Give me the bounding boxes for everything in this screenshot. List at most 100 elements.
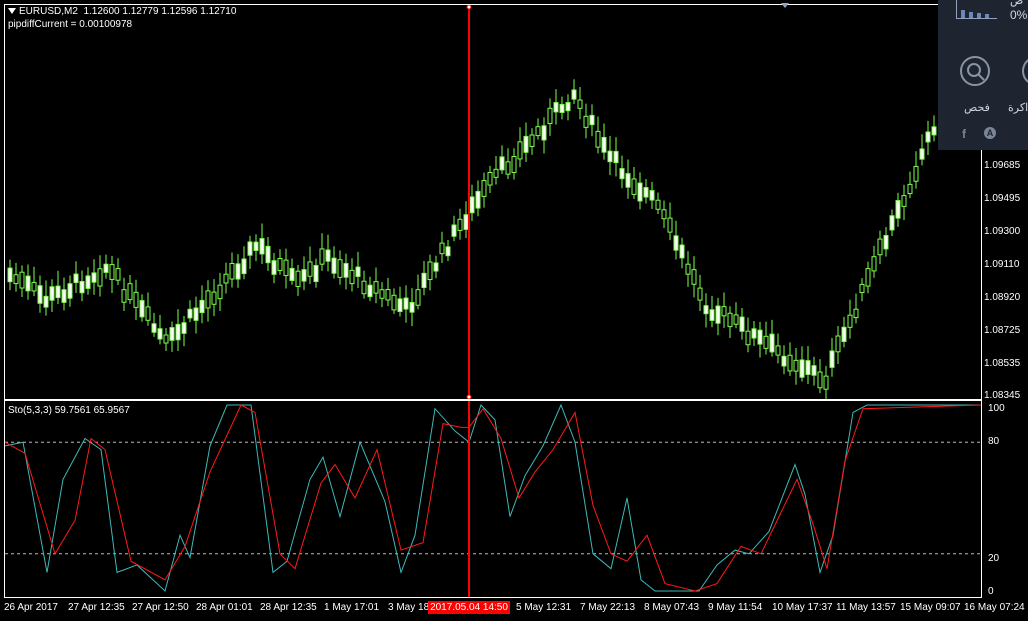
candle (31, 281, 37, 292)
candle (781, 355, 787, 367)
collapse-triangle-icon[interactable] (8, 8, 16, 15)
candle (445, 246, 451, 257)
candle (19, 271, 25, 289)
candle (343, 263, 349, 278)
account-icon[interactable]: A (984, 127, 996, 139)
candle (673, 235, 679, 251)
scan-button[interactable] (960, 56, 990, 86)
candle (871, 256, 877, 272)
candle (793, 359, 799, 372)
candle (109, 264, 115, 280)
candle (415, 289, 421, 306)
time-axis-label: 3 May 18 (388, 602, 430, 613)
price-chart-pane[interactable] (4, 4, 982, 400)
candle (655, 199, 661, 210)
price-chart-canvas[interactable] (5, 4, 981, 400)
candle (565, 102, 571, 112)
candle (283, 259, 289, 277)
candle (679, 244, 685, 259)
candle (661, 209, 667, 220)
widget-top-text: ص (1010, 0, 1024, 7)
time-axis-label: 5 May 12:31 (516, 602, 572, 613)
candle (925, 131, 931, 143)
candle (43, 295, 49, 308)
candle (715, 305, 721, 324)
time-axis-label: 28 Apr 01:01 (196, 602, 253, 613)
candle (499, 156, 505, 171)
stochastic-main-line (4, 403, 981, 592)
candle (577, 99, 583, 109)
price-axis-label: 1.08920 (984, 292, 1021, 303)
price-axis-label: 1.08725 (984, 325, 1021, 336)
candle (199, 299, 205, 314)
candle (355, 266, 361, 277)
candle (571, 89, 577, 100)
candle (271, 260, 277, 275)
price-axis-label: 1.09300 (984, 226, 1021, 237)
crosshair-time-label: 2017.05.04 14:50 (428, 601, 510, 614)
candle (775, 345, 781, 356)
candle (463, 214, 469, 230)
shift-marker-icon[interactable] (781, 3, 789, 8)
candle (637, 182, 643, 202)
candle (211, 291, 217, 305)
candle (643, 187, 649, 198)
candle (835, 335, 841, 353)
candle (49, 286, 55, 301)
candle (427, 261, 433, 281)
candle (517, 141, 523, 160)
memory-button[interactable] (1022, 56, 1028, 86)
candle (739, 316, 745, 332)
candle (481, 180, 487, 197)
candle (259, 238, 265, 255)
candle (103, 263, 109, 273)
candle (931, 126, 937, 136)
candle (301, 269, 307, 282)
candle (913, 165, 919, 182)
candle (523, 135, 529, 153)
chart-icon (956, 0, 997, 19)
candle (487, 172, 493, 186)
candle (733, 314, 739, 325)
candle (769, 333, 775, 353)
candle (535, 126, 541, 137)
candle (85, 275, 91, 289)
candle (553, 102, 559, 113)
candle (859, 283, 865, 294)
candle (229, 263, 235, 280)
time-axis-label: 28 Apr 12:35 (260, 602, 317, 613)
price-axis-label: 1.09110 (984, 259, 1020, 270)
symbol-header: EURUSD,M2 1.12600 1.12779 1.12596 1.1271… (8, 6, 236, 17)
candle (307, 261, 313, 277)
facebook-icon[interactable]: f (962, 127, 966, 141)
candle (907, 183, 913, 195)
time-axis-label: 7 May 22:13 (580, 602, 636, 613)
osc-axis-label: 100 (988, 403, 1005, 414)
candle (505, 161, 511, 175)
candle (709, 309, 715, 321)
candle (289, 267, 295, 281)
candle (67, 283, 73, 299)
ohlc-values: 1.12600 1.12779 1.12596 1.12710 (83, 6, 237, 17)
candle (595, 130, 601, 148)
price-axis-label: 1.08345 (984, 390, 1021, 401)
widget-percent: 0% (1010, 8, 1028, 22)
candle (97, 268, 103, 287)
floating-widget[interactable]: ص 0% فحص ذاكرة f A (938, 0, 1028, 150)
candle (7, 267, 13, 283)
candle (115, 268, 121, 281)
candle (439, 242, 445, 255)
candle (697, 287, 703, 301)
time-axis-label: 16 May 07:24 (964, 602, 1025, 613)
time-axis-label: 9 May 11:54 (708, 602, 763, 613)
osc-axis-label: 0 (988, 586, 994, 597)
time-axis-label: 27 Apr 12:35 (68, 602, 125, 613)
candle (145, 306, 151, 321)
candle (805, 360, 811, 375)
stochastic-pane[interactable] (4, 400, 982, 598)
stochastic-canvas[interactable] (4, 401, 982, 597)
candle (409, 301, 415, 313)
candle (241, 258, 247, 275)
candle (421, 272, 427, 288)
candle (265, 245, 271, 264)
